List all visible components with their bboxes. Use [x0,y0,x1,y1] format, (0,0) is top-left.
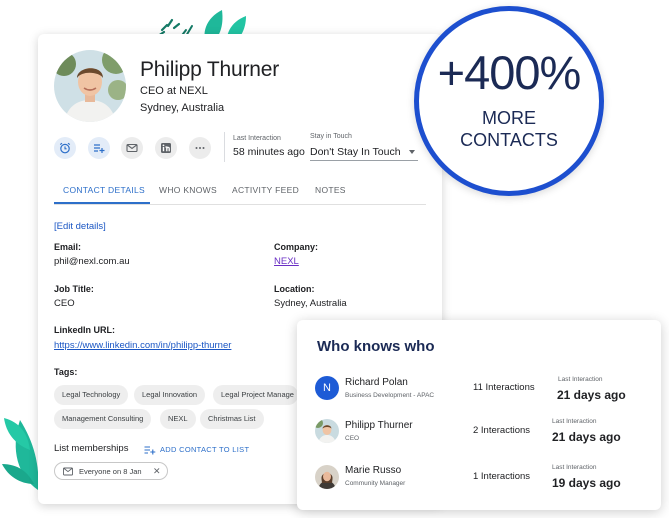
tag-chip[interactable]: Legal Project Manage [213,385,298,405]
more-icon [195,147,205,149]
tab-divider [54,204,426,205]
tab-contact-details[interactable]: CONTACT DETAILS [63,185,145,195]
contact-name[interactable]: Marie Russo [345,465,401,476]
interaction-count: 2 Interactions [473,425,531,436]
avatar [315,465,339,489]
location-value: Sydney, Australia [274,298,347,309]
tab-activity-feed[interactable]: ACTIVITY FEED [232,185,299,195]
action-divider [224,132,225,162]
more-button[interactable] [189,137,211,159]
badge-line-contacts: CONTACTS [460,130,558,150]
profile-location: Sydney, Australia [140,102,225,114]
profile-role: CEO at NEXL [140,85,208,97]
contact-subtitle: CEO [345,435,360,442]
who-knows-title: Who knows who [317,338,435,355]
profile-name: Philipp Thurner [140,58,280,81]
linkedin-link[interactable]: https://www.linkedin.com/in/philipp-thur… [54,340,231,351]
email-icon [126,143,138,153]
chevron-down-icon[interactable] [409,150,415,154]
company-label: Company: [274,242,319,252]
badge-percentage: +400% [437,46,582,99]
avatar [315,419,339,443]
last-interaction-label: Last Interaction [233,135,281,142]
location-label: Location: [274,284,315,294]
linkedin-icon [161,143,171,153]
contact-subtitle: Business Development - APAC [345,392,435,399]
last-interaction-value: 19 days ago [552,476,621,490]
contact-name[interactable]: Richard Polan [345,377,408,388]
company-link[interactable]: NEXL [274,256,299,267]
linkedin-button[interactable] [155,137,177,159]
list-membership-chip[interactable]: Everyone on 8 Jan ✕ [54,462,168,480]
last-interaction-value: 58 minutes ago [233,146,305,158]
tags-label: Tags: [54,367,78,377]
email-label: Email: [54,242,82,252]
leaf-decoration-icon [2,418,39,490]
job-title-value: CEO [54,298,75,309]
who-knows-who-card: Who knows who N Richard Polan Business D… [297,320,661,510]
edit-details-link[interactable]: [Edit details] [54,221,106,232]
interaction-count: 11 Interactions [473,382,535,393]
email-icon [63,467,73,476]
contact-name[interactable]: Philipp Thurner [345,420,413,431]
badge-line-more: MORE [482,108,536,128]
add-to-list-icon [94,144,105,153]
add-to-list-button[interactable] [88,137,110,159]
tab-notes[interactable]: NOTES [315,185,346,195]
list-membership-name: Everyone on 8 Jan [79,466,142,476]
last-interaction-value: 21 days ago [552,430,621,444]
tag-chip[interactable]: Management Consulting [54,409,152,429]
list-memberships-label: List memberships [54,443,129,454]
tab-who-knows[interactable]: WHO KNOWS [159,185,217,195]
interaction-count: 1 Interactions [473,471,531,482]
job-title-label: Job Title: [54,284,94,294]
last-interaction-label: Last Interaction [552,418,597,425]
alarm-clock-icon [59,142,71,154]
last-interaction-label: Last Interaction [558,376,603,383]
stay-in-touch-underline [310,160,418,161]
reminder-button[interactable] [54,137,76,159]
stay-in-touch-select[interactable]: Don't Stay In Touch [310,146,401,158]
last-interaction-label: Last Interaction [552,464,597,471]
linkedin-label: LinkedIn URL: [54,325,115,335]
profile-avatar [54,50,126,122]
avatar: N [315,376,339,400]
add-to-list-icon[interactable] [144,445,156,455]
add-contact-to-list-button[interactable]: ADD CONTACT TO LIST [160,445,249,454]
tag-chip[interactable]: NEXL [160,409,196,429]
promo-badge: +400% MORE CONTACTS [414,6,604,196]
tag-chip[interactable]: Christmas List [200,409,264,429]
stay-in-touch-label: Stay in Touch [310,133,352,140]
close-icon[interactable]: ✕ [153,465,161,477]
tag-chip[interactable]: Legal Technology [54,385,129,405]
contact-subtitle: Community Manager [345,480,406,487]
email-button[interactable] [121,137,143,159]
last-interaction-value: 21 days ago [557,388,626,402]
tag-chip[interactable]: Legal Innovation [134,385,206,405]
email-value: phil@nexl.com.au [54,256,130,267]
